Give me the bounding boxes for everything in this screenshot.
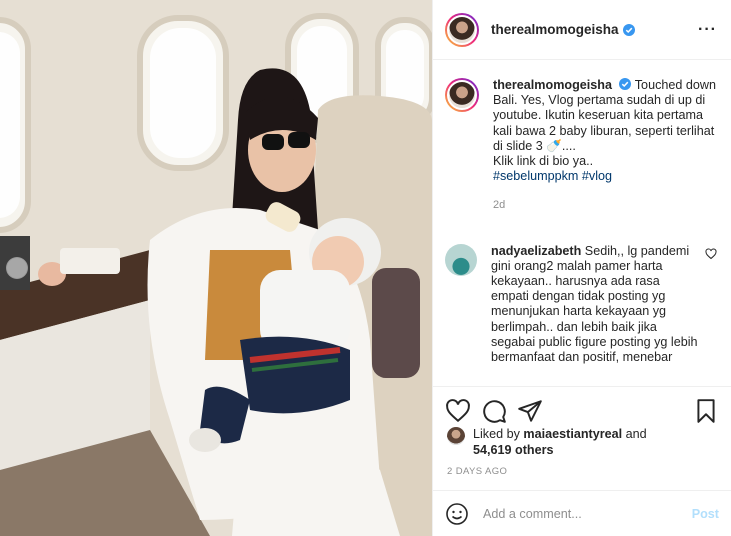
author-avatar[interactable]	[445, 12, 479, 47]
comment-username[interactable]: nadyaelizabeth	[491, 244, 581, 258]
likes-user[interactable]: maiaestiantyreal	[523, 427, 622, 441]
commenter-avatar[interactable]	[445, 243, 477, 276]
liker-avatar[interactable]	[447, 427, 465, 445]
like-heart-icon[interactable]	[445, 398, 471, 424]
author-username[interactable]: therealmomogeisha	[491, 22, 619, 37]
photo-illustration	[0, 0, 432, 536]
posted-time[interactable]: 2 DAYS AGO	[447, 466, 507, 477]
add-comment-bar: Post	[433, 490, 731, 536]
comment-text: Sedih,, lg pandemi gini orang2 malah pam…	[491, 243, 698, 365]
caption-body: therealmomogeisha Touched down Bali. Yes…	[493, 78, 717, 214]
like-comment-heart-icon[interactable]	[705, 248, 717, 260]
verified-badge-icon	[619, 78, 632, 90]
caption-hashtags[interactable]: #sebelumppkm #vlog	[493, 169, 612, 183]
post-sidebar: therealmomogeisha ··· therealmomogeisha …	[432, 0, 731, 536]
comment-item: nadyaelizabeth Sedih,, lg pandemi gini o…	[445, 243, 717, 366]
post-header: therealmomogeisha ···	[433, 0, 731, 60]
likes-middle: and	[625, 427, 647, 441]
emoji-icon[interactable]	[445, 502, 469, 526]
likes-prefix: Liked by	[473, 427, 520, 441]
caption-author-avatar[interactable]	[445, 78, 479, 112]
share-paper-plane-icon[interactable]	[517, 398, 543, 424]
caption-time[interactable]: 2d	[493, 198, 717, 213]
comment-body: nadyaelizabeth Sedih,, lg pandemi gini o…	[491, 244, 699, 366]
caption: therealmomogeisha Touched down Bali. Yes…	[445, 78, 717, 214]
likes-summary: Liked by maiaestiantyreal and 54,619 oth…	[447, 426, 719, 458]
verified-badge-icon	[622, 23, 635, 36]
comments-list: therealmomogeisha Touched down Bali. Yes…	[433, 60, 731, 386]
slide-indicator-icon[interactable]	[6, 257, 28, 279]
post-comment-button[interactable]: Post	[692, 507, 719, 521]
caption-line2: Klik link di bio ya..	[493, 154, 594, 169]
post-photo	[0, 0, 432, 536]
comment-input[interactable]	[483, 506, 692, 521]
likes-count[interactable]: 54,619 others	[473, 443, 554, 457]
more-options-icon[interactable]: ···	[698, 21, 717, 39]
save-bookmark-icon[interactable]	[693, 398, 719, 424]
caption-username[interactable]: therealmomogeisha	[493, 78, 612, 92]
comment-bubble-icon[interactable]	[481, 398, 507, 424]
